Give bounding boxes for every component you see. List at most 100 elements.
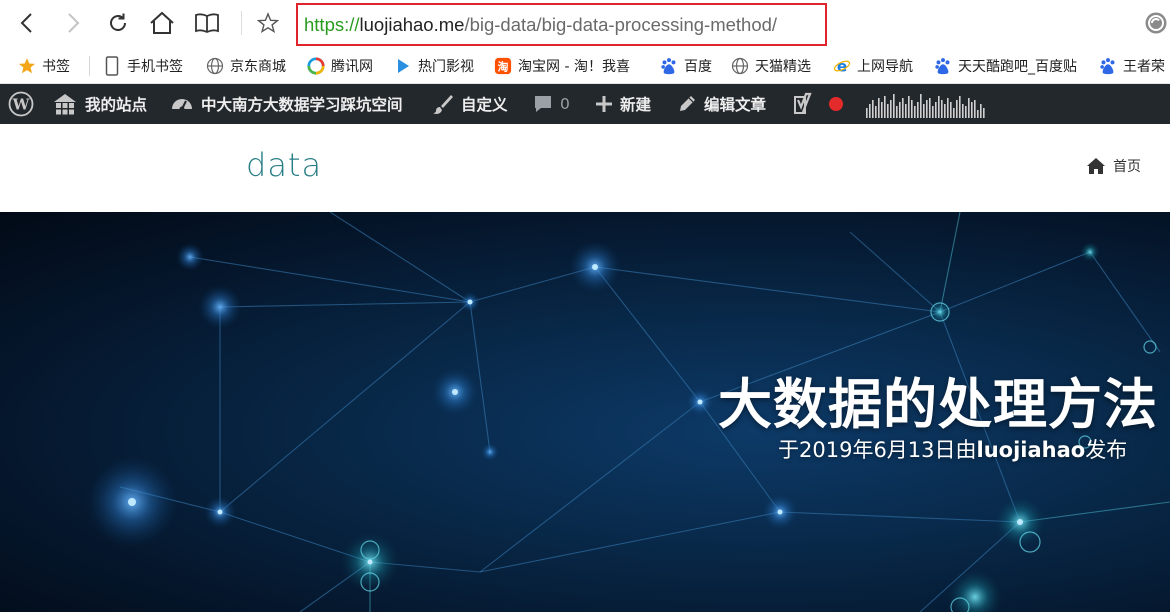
toolbar-separator [241,11,242,35]
wave-bar [875,106,877,118]
wave-bar [872,100,874,118]
nav-home-link[interactable]: 首页 [1086,156,1141,176]
wordpress-logo-button[interactable]: W [8,84,34,124]
wave-bar [884,96,886,118]
wave-bar [881,102,883,118]
home-button[interactable] [147,8,177,38]
edit-post-label: 编辑文章 [704,96,767,114]
post-meta-prefix: 于2019年6月13日由 [778,438,977,462]
wave-bar [866,108,868,118]
ie-icon: e [833,57,851,75]
bookmark-item[interactable]: 手机书签 [103,48,183,83]
post-author-link[interactable]: luojiahao [977,438,1086,462]
bookmark-item[interactable]: 王者荣 [1099,48,1165,83]
bookmark-label: 热门影视 [418,59,474,75]
comments-button[interactable]: 0 [533,84,570,124]
address-bar[interactable]: https://luojiahao.me/big-data/big-data-p… [296,3,827,46]
forward-button[interactable] [58,8,88,38]
bookmark-item[interactable]: 淘 淘宝网 - 淘！我喜 [494,48,640,83]
site-name-menu[interactable]: 中大南方大数据学习踩坑空间 [170,84,403,124]
plus-icon [596,96,612,112]
phone-icon [103,56,121,76]
globe-icon [206,57,224,75]
taobao-icon: 淘 [494,57,512,75]
wave-bar [902,98,904,118]
bookmark-label: 书签 [42,59,70,75]
wave-bar [968,98,970,118]
wave-bar [869,104,871,118]
bookmark-item[interactable]: 书签 [18,48,70,83]
my-sites-menu[interactable]: 我的站点 [52,84,147,124]
bookmark-label: 腾讯网 [331,59,373,75]
wave-bar [983,108,985,118]
bookmark-item[interactable]: 热门影视 [394,48,474,83]
back-button[interactable] [12,8,42,38]
wave-bar [947,98,949,118]
favorite-button[interactable] [253,8,283,38]
reload-button[interactable] [103,8,133,38]
customize-button[interactable]: 自定义 [432,84,508,124]
wave-bar [938,96,940,118]
wave-bar [974,100,976,118]
wp-admin-bar: W 我的站点 中大南方大数据学习踩坑空间 自定义 0 新建 编辑文章 [0,84,1170,124]
bookmark-label: 淘宝网 - 淘！我喜 [518,59,630,75]
wave-bar [971,102,973,118]
nav-home-label: 首页 [1113,159,1141,175]
wordpress-icon: W [8,91,34,117]
browser-toolbar: https://luojiahao.me/big-data/big-data-p… [0,0,1170,48]
my-sites-icon [54,94,76,115]
wave-bar [944,104,946,118]
wave-bar [896,106,898,118]
wave-bar [959,96,961,118]
reload-icon [110,13,126,31]
audio-wave-icon [866,94,985,118]
new-label: 新建 [620,96,652,114]
bookmark-item[interactable]: 百度 [660,48,712,83]
comment-icon [535,96,551,112]
post-meta-suffix: 发布 [1085,438,1128,462]
home-icon [150,11,174,34]
edit-post-button[interactable]: 编辑文章 [677,84,766,124]
yoast-seo-menu[interactable] [791,84,815,124]
wave-bar [911,100,913,118]
browser-extension-icon[interactable] [1144,11,1168,35]
wave-bar [920,94,922,118]
wave-bar [926,100,928,118]
url-host: luojiahao.me [359,13,465,35]
bookmark-label: 王者荣 [1123,59,1165,75]
bookmark-label: 天猫精选 [755,59,811,75]
bookmark-label: 手机书签 [127,59,183,75]
bookmark-label: 上网导航 [857,59,913,75]
tencent-icon [307,57,325,75]
wave-bar [941,100,943,118]
new-content-menu[interactable]: 新建 [595,84,651,124]
pencil-icon [680,96,695,111]
wave-bar [977,110,979,118]
url-scheme: https:// [304,13,360,35]
bookmark-label: 百度 [684,59,712,75]
site-name-label: 中大南方大数据学习踩坑空间 [201,96,403,114]
back-arrow-icon [20,13,32,33]
wave-bar [935,102,937,118]
bookmark-item[interactable]: 天猫精选 [731,48,811,83]
wave-bar [890,100,892,118]
baidu-icon [1099,57,1117,75]
bookmark-item[interactable]: 天天酷跑吧_百度贴 [934,48,1086,83]
wave-bar [950,102,952,118]
url-path: /big-data/big-data-processing-method/ [464,13,778,35]
svg-text:e: e [837,57,847,75]
seo-status-dot-icon [829,97,843,111]
bookmarks-bar: 书签 手机书签 京东商城 腾讯网 热门影视 淘 淘宝网 - 淘！我喜 百度 天猫… [0,48,1170,84]
home-icon [1087,158,1105,174]
bookmark-item[interactable]: 腾讯网 [307,48,373,83]
wave-bar [965,106,967,118]
globe-icon [731,57,749,75]
paintbrush-icon [433,95,453,114]
baidu-icon [660,57,678,75]
bookmark-item[interactable]: 京东商城 [206,48,286,83]
reading-view-button[interactable] [192,8,222,38]
wave-bar [953,108,955,118]
site-logo[interactable]: data [246,146,322,184]
wave-bar [929,98,931,118]
bookmark-item[interactable]: e 上网导航 [833,48,913,83]
